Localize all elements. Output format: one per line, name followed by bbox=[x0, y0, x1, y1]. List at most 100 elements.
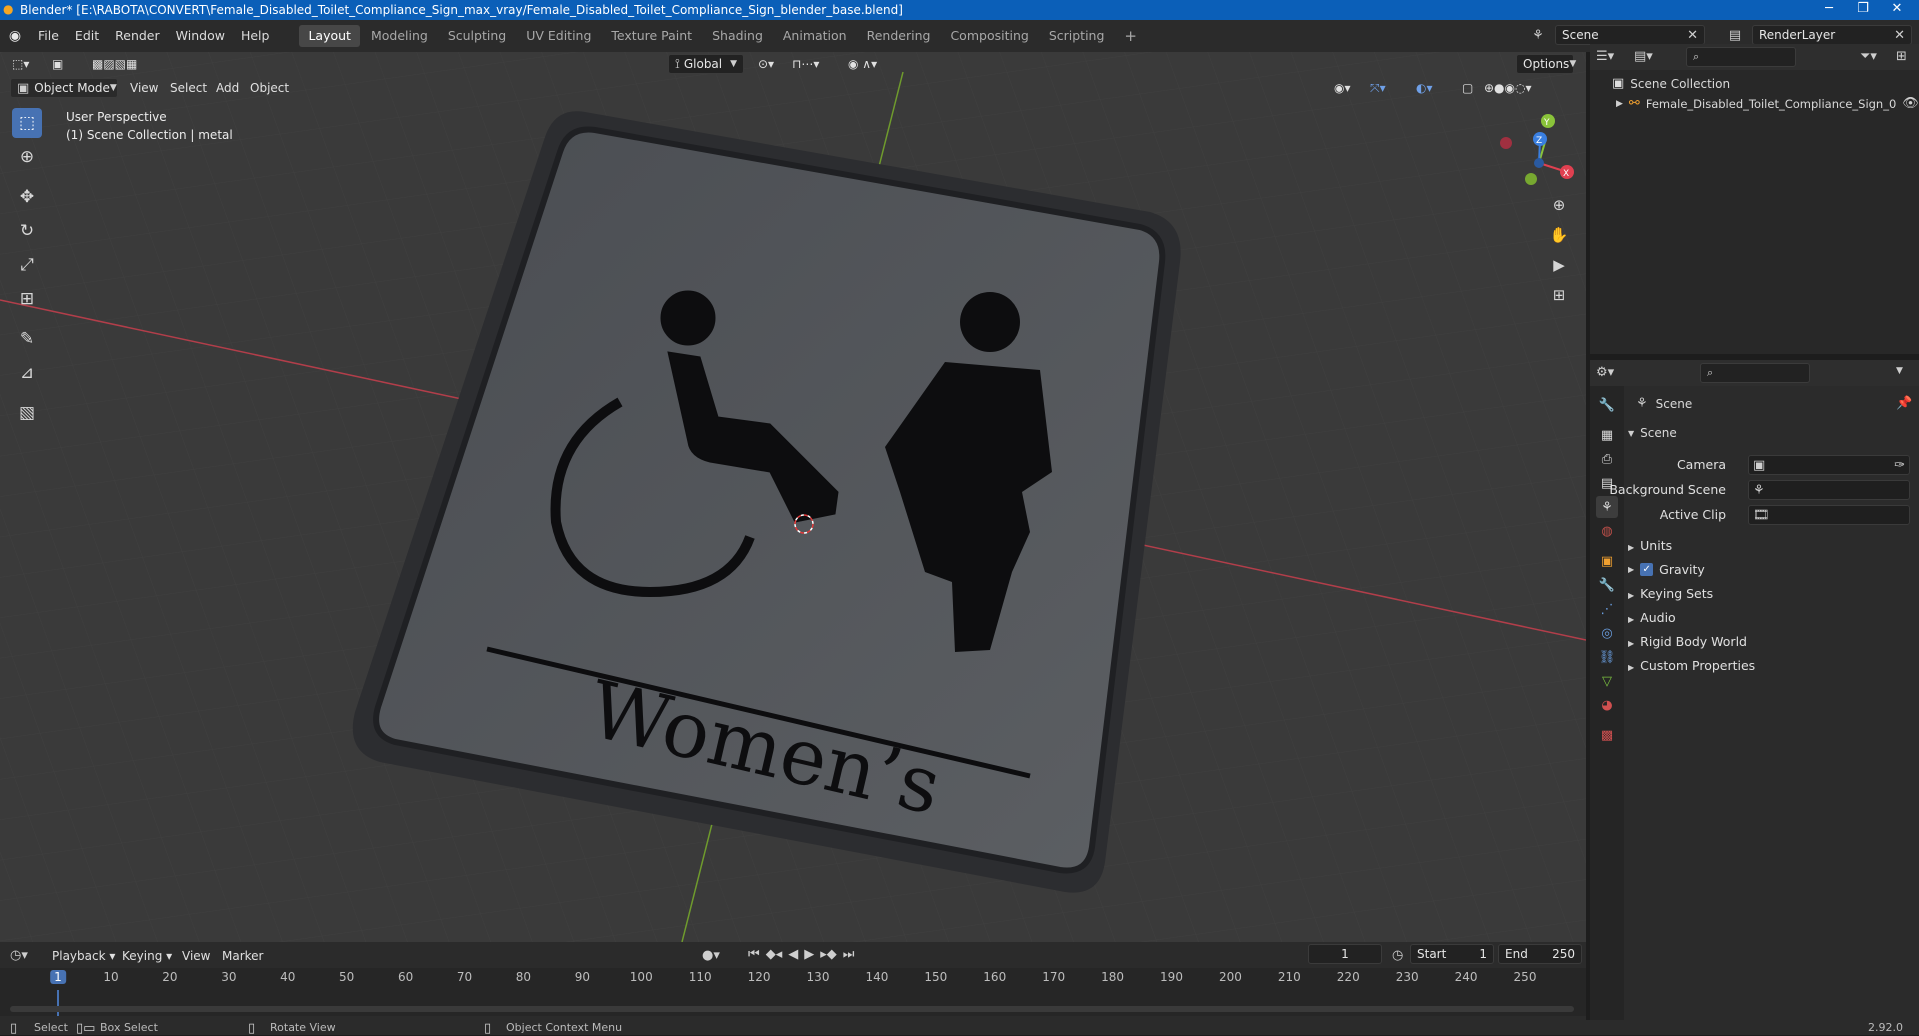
properties-search-input[interactable]: ⌕ bbox=[1700, 363, 1810, 383]
outliner-root-row[interactable]: ▣ Scene Collection bbox=[1612, 76, 1730, 91]
menu-render[interactable]: Render bbox=[107, 20, 168, 52]
minimize-icon[interactable]: ─ bbox=[1812, 0, 1846, 20]
pivot-point-icon[interactable]: ⊙▾ bbox=[752, 53, 780, 75]
start-frame-field[interactable]: Start 1 bbox=[1410, 944, 1494, 964]
tab-scripting[interactable]: Scripting bbox=[1040, 25, 1114, 47]
modifier-tab-icon[interactable]: 🔧 bbox=[1596, 574, 1618, 596]
clock-icon[interactable]: ◷ bbox=[1392, 948, 1403, 963]
tab-modeling[interactable]: Modeling bbox=[362, 25, 437, 47]
measure-tool-icon[interactable]: ⊿ bbox=[12, 358, 42, 388]
menu-edit[interactable]: Edit bbox=[67, 20, 107, 52]
gizmo-toggle-icon[interactable]: ⤧▾ bbox=[1364, 77, 1392, 99]
outliner-search-input[interactable]: ⌕ bbox=[1686, 47, 1796, 67]
texture-tab-icon[interactable]: ▩ bbox=[1596, 724, 1618, 746]
rigid-body-world-section[interactable]: ▶ Rigid Body World bbox=[1628, 634, 1747, 649]
camera-view-icon[interactable]: ▶ bbox=[1546, 252, 1572, 278]
zoom-icon[interactable]: ⊕ bbox=[1546, 192, 1572, 218]
keying-sets-section[interactable]: ▶ Keying Sets bbox=[1628, 586, 1713, 601]
gravity-checkbox[interactable]: ✓ bbox=[1640, 563, 1654, 576]
snap-icon[interactable]: ⊓⋯▾ bbox=[786, 53, 825, 75]
pan-hand-icon[interactable]: ✋ bbox=[1546, 222, 1572, 248]
timeline-editor-icon[interactable]: ◷▾ bbox=[10, 948, 28, 963]
active-clip-field[interactable]: 🎞 bbox=[1748, 505, 1910, 525]
object-tab-icon[interactable]: ▣ bbox=[1596, 550, 1618, 572]
world-tab-icon[interactable]: ◍ bbox=[1596, 520, 1618, 542]
camera-field[interactable]: ▣ ✑ bbox=[1748, 455, 1910, 475]
eyedropper-icon[interactable]: ✑ bbox=[1894, 458, 1905, 473]
perspective-toggle-icon[interactable]: ⊞ bbox=[1546, 282, 1572, 308]
selection-mode-icons[interactable]: ▩▨▧▦ bbox=[86, 53, 143, 75]
record-icon[interactable]: ●▾ bbox=[702, 948, 720, 963]
pin-icon[interactable]: 📌 bbox=[1896, 396, 1912, 411]
current-frame-field[interactable]: 1 bbox=[1308, 944, 1382, 964]
select-tool-icon[interactable]: ▣ bbox=[46, 53, 69, 75]
filter-icon[interactable]: ⏷▾ bbox=[1860, 49, 1877, 64]
transform-orientation-dropdown[interactable]: ⟟ Global ▼ bbox=[668, 54, 744, 74]
xray-icon[interactable]: ▢ bbox=[1456, 77, 1479, 99]
menu-help[interactable]: Help bbox=[233, 20, 278, 52]
select-box-tool-icon[interactable]: ⬚ bbox=[12, 108, 42, 138]
transform-tool-icon[interactable]: ⊞ bbox=[12, 284, 42, 314]
new-collection-icon[interactable]: ⊞ bbox=[1896, 49, 1907, 64]
viewport-menu-add[interactable]: Add bbox=[210, 77, 245, 99]
properties-editor-icon[interactable]: ⚙▾ bbox=[1596, 365, 1614, 380]
proportional-editing-icon[interactable]: ◉ ∧▾ bbox=[842, 53, 883, 75]
annotate-tool-icon[interactable]: ✎ bbox=[12, 324, 42, 354]
scene-name-field[interactable]: Scene ✕ bbox=[1555, 25, 1705, 45]
display-mode-icon[interactable]: ▤▾ bbox=[1634, 49, 1653, 64]
scene-panel-header[interactable]: ▼ Scene bbox=[1628, 426, 1677, 440]
jump-end-icon[interactable]: ⏭ bbox=[843, 947, 855, 962]
eye-icon[interactable]: 👁 bbox=[1902, 96, 1919, 111]
add-cube-tool-icon[interactable]: ▧ bbox=[12, 398, 42, 428]
cursor-tool-icon[interactable]: ⊕ bbox=[12, 142, 42, 172]
visibility-icon[interactable]: ◉▾ bbox=[1328, 77, 1357, 99]
3d-viewport[interactable]: Women’s X Y Z ⬚▾ ▣ ▩▨▧▦ ⟟ Global ▼ ⊙▾ ⊓⋯… bbox=[0, 52, 1586, 942]
chevron-down-icon[interactable]: ▼ bbox=[1896, 366, 1903, 376]
audio-section[interactable]: ▶ Audio bbox=[1628, 610, 1676, 625]
render-layer-field[interactable]: RenderLayer ✕ bbox=[1752, 25, 1912, 45]
menu-window[interactable]: Window bbox=[168, 20, 233, 52]
render-tab-icon[interactable]: ▦ bbox=[1596, 424, 1618, 446]
constraints-tab-icon[interactable]: ⛓ bbox=[1596, 646, 1618, 668]
scene-icon[interactable]: ⚘ bbox=[1525, 25, 1551, 45]
outliner-editor-icon[interactable]: ☰▾ bbox=[1596, 49, 1614, 64]
timeline-area[interactable]: 1 10 20 30 40 50 60 70 80 90 100 110 120 130 140 150 160… bbox=[0, 968, 1586, 1016]
tab-texture-paint[interactable]: Texture Paint bbox=[602, 25, 701, 47]
tab-sculpting[interactable]: Sculpting bbox=[439, 25, 515, 47]
prev-keyframe-icon[interactable]: ◆◂ bbox=[766, 947, 783, 962]
timeline-scrollbar[interactable] bbox=[10, 1006, 1574, 1012]
render-layer-icon[interactable]: ▤ bbox=[1722, 25, 1748, 45]
blender-menu-icon[interactable]: ◉ bbox=[0, 28, 30, 44]
play-reverse-icon[interactable]: ◀ bbox=[788, 947, 798, 962]
add-workspace-icon[interactable]: + bbox=[1115, 25, 1146, 47]
outliner-item-row[interactable]: ▶ ⚯ Female_Disabled_Toilet_Compliance_Si… bbox=[1616, 96, 1919, 111]
overlays-icon[interactable]: ◐▾ bbox=[1410, 77, 1439, 99]
rotate-tool-icon[interactable]: ↻ bbox=[12, 216, 42, 246]
close-icon[interactable]: ✕ bbox=[1880, 0, 1914, 20]
viewport-menu-select[interactable]: Select bbox=[164, 77, 213, 99]
data-tab-icon[interactable]: ▽ bbox=[1596, 670, 1618, 692]
gravity-section[interactable]: ▶ ✓ Gravity bbox=[1628, 562, 1705, 577]
close-icon[interactable]: ✕ bbox=[1687, 28, 1698, 43]
tool-tab-icon[interactable]: 🔧 bbox=[1596, 394, 1618, 416]
viewport-menu-object[interactable]: Object bbox=[244, 77, 295, 99]
scale-tool-icon[interactable]: ⤢ bbox=[12, 250, 42, 280]
material-tab-icon[interactable]: ◕ bbox=[1596, 694, 1618, 716]
object-mode-dropdown[interactable]: ▣ Object Mode ▼ bbox=[10, 78, 118, 98]
expand-arrow-icon[interactable]: ▶ bbox=[1616, 99, 1623, 109]
tab-layout[interactable]: Layout bbox=[299, 25, 360, 47]
jump-start-icon[interactable]: ⏮ bbox=[748, 947, 760, 962]
play-icon[interactable]: ▶ bbox=[804, 947, 814, 962]
units-section[interactable]: ▶ Units bbox=[1628, 538, 1672, 553]
tab-rendering[interactable]: Rendering bbox=[858, 25, 940, 47]
next-keyframe-icon[interactable]: ▸◆ bbox=[820, 947, 837, 962]
timeline-menu-view[interactable]: View bbox=[176, 945, 216, 967]
timeline-menu-keying[interactable]: Keying ▾ bbox=[116, 945, 178, 967]
particles-tab-icon[interactable]: ⋰ bbox=[1596, 598, 1618, 620]
viewport-menu-view[interactable]: View bbox=[124, 77, 164, 99]
menu-file[interactable]: File bbox=[30, 20, 67, 52]
options-dropdown[interactable]: Options ▼ bbox=[1516, 54, 1576, 74]
timeline-menu-playback[interactable]: Playback ▾ bbox=[46, 945, 121, 967]
editor-type-icon[interactable]: ⬚▾ bbox=[6, 53, 35, 75]
tab-shading[interactable]: Shading bbox=[703, 25, 772, 47]
